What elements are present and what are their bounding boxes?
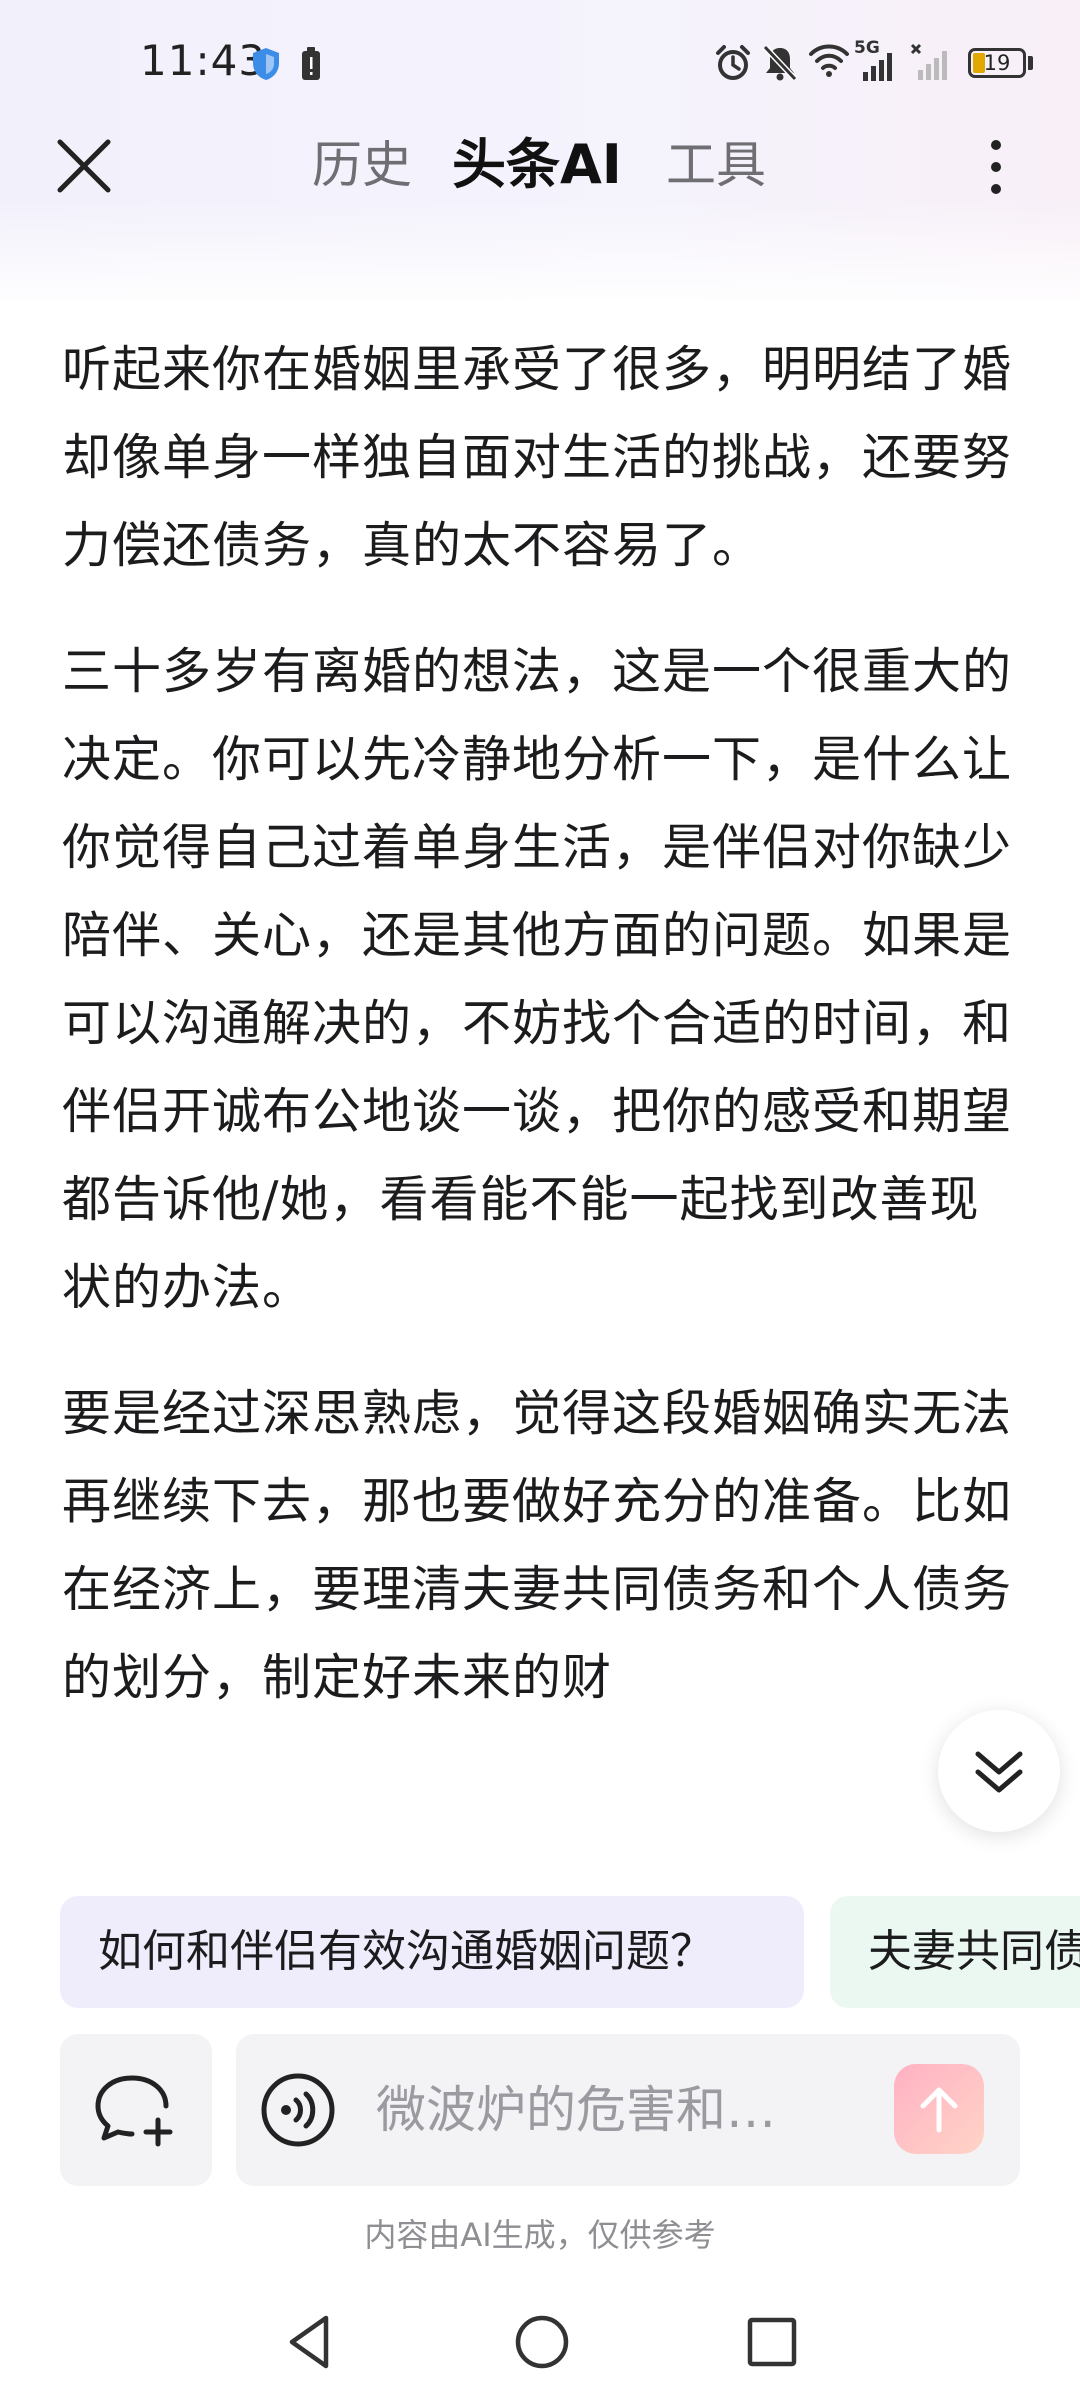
signal-icon <box>863 53 892 81</box>
tab-tools[interactable]: 工具 <box>666 130 766 200</box>
chat-input[interactable] <box>376 2070 846 2150</box>
mute-notification-icon <box>762 44 798 82</box>
battery-icon: 19 <box>968 48 1026 78</box>
suggestion-chip[interactable]: 如何和伴侣有效沟通婚姻问题？ <box>60 1896 804 2008</box>
home-icon[interactable] <box>510 2310 574 2374</box>
top-nav-bar: 历史 头条AI 工具 <box>0 120 1080 220</box>
arrow-up-icon <box>920 2087 958 2133</box>
scroll-to-bottom-button[interactable] <box>938 1710 1060 1832</box>
shield-icon <box>253 48 279 80</box>
new-chat-button[interactable] <box>60 2034 212 2186</box>
battery-cap <box>1028 56 1033 70</box>
ai-response: 听起来你在婚姻里承受了很多，明明结了婚却像单身一样独自面对生活的挑战，还要努力偿… <box>62 326 1012 1760</box>
battery-level: 19 <box>983 51 1011 75</box>
response-paragraph: 要是经过深思熟虑，觉得这段婚姻确实无法再继续下去，那也要做好充分的准备。比如在经… <box>62 1385 1013 1706</box>
voice-input-icon[interactable] <box>260 2072 336 2148</box>
recent-apps-icon[interactable] <box>740 2310 804 2374</box>
new-chat-icon <box>95 2075 173 2147</box>
tab-toutiao-ai[interactable]: 头条AI <box>452 130 622 200</box>
response-paragraph: 三十多岁有离婚的想法，这是一个很重大的决定。你可以先冷静地分析一下，是什么让你觉… <box>62 643 1013 1316</box>
suggestion-chip[interactable]: 夫妻共同债 <box>830 1896 1080 2008</box>
ai-disclaimer: 内容由AI生成，仅供参考 <box>364 2216 716 2254</box>
battery-alert-icon <box>302 47 320 80</box>
tab-history[interactable]: 历史 <box>312 130 412 200</box>
chevron-double-down-icon <box>975 1751 1023 1793</box>
suggestion-chips: 如何和伴侣有效沟通婚姻问题？ 夫妻共同债 <box>0 1896 1080 2010</box>
chat-input-bar <box>236 2034 1020 2186</box>
app-screen: 11:43 5G 19 历史 头条AI 工具 听起来你在婚姻里承受了很多，明明结… <box>0 0 1080 2400</box>
system-nav-bar <box>0 2290 1080 2400</box>
response-paragraph: 听起来你在婚姻里承受了很多，明明结了婚却像单身一样独自面对生活的挑战，还要努力偿… <box>62 341 1013 574</box>
more-options-icon[interactable] <box>976 126 1016 206</box>
send-button[interactable] <box>894 2064 984 2154</box>
wifi-icon <box>809 44 849 77</box>
no-signal-icon <box>910 43 947 80</box>
back-icon[interactable] <box>280 2310 340 2374</box>
alarm-icon <box>716 45 750 80</box>
status-time: 11:43 <box>140 36 267 85</box>
tab-bar: 历史 头条AI 工具 <box>0 120 1080 220</box>
status-bar: 11:43 5G 19 <box>0 0 1080 130</box>
content-fade <box>0 1750 1080 1860</box>
